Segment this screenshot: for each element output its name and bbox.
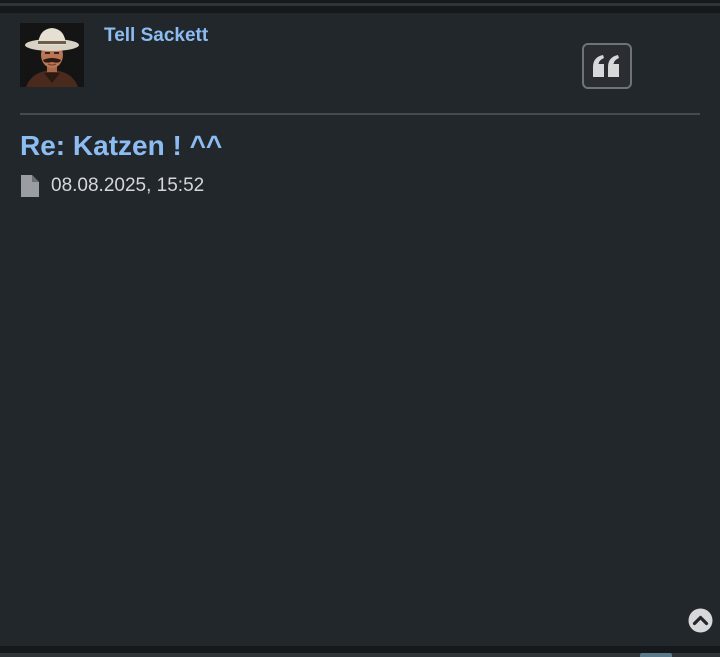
author-username[interactable]: Tell Sackett [104,25,208,47]
bottom-separator [0,646,720,657]
avatar-image [20,23,84,87]
post-title[interactable]: Re: Katzen ! ^^ [20,129,222,163]
quote-icon [593,55,619,77]
top-separator [0,0,720,13]
post-container: Tell Sackett Re: Katzen ! ^^ 08.08.2025,… [0,13,720,646]
scroll-to-top-button[interactable] [688,608,713,633]
file-icon[interactable] [20,175,40,197]
chevron-up-circle-icon [688,608,713,633]
avatar[interactable] [20,23,84,87]
bottom-separator-line [0,653,720,657]
quote-button[interactable] [582,43,632,89]
post-timestamp: 08.08.2025, 15:52 [51,175,205,196]
post-divider [20,113,700,115]
post-meta: 08.08.2025, 15:52 [20,175,204,197]
next-post-edge [640,653,672,657]
top-separator-line [0,3,720,6]
